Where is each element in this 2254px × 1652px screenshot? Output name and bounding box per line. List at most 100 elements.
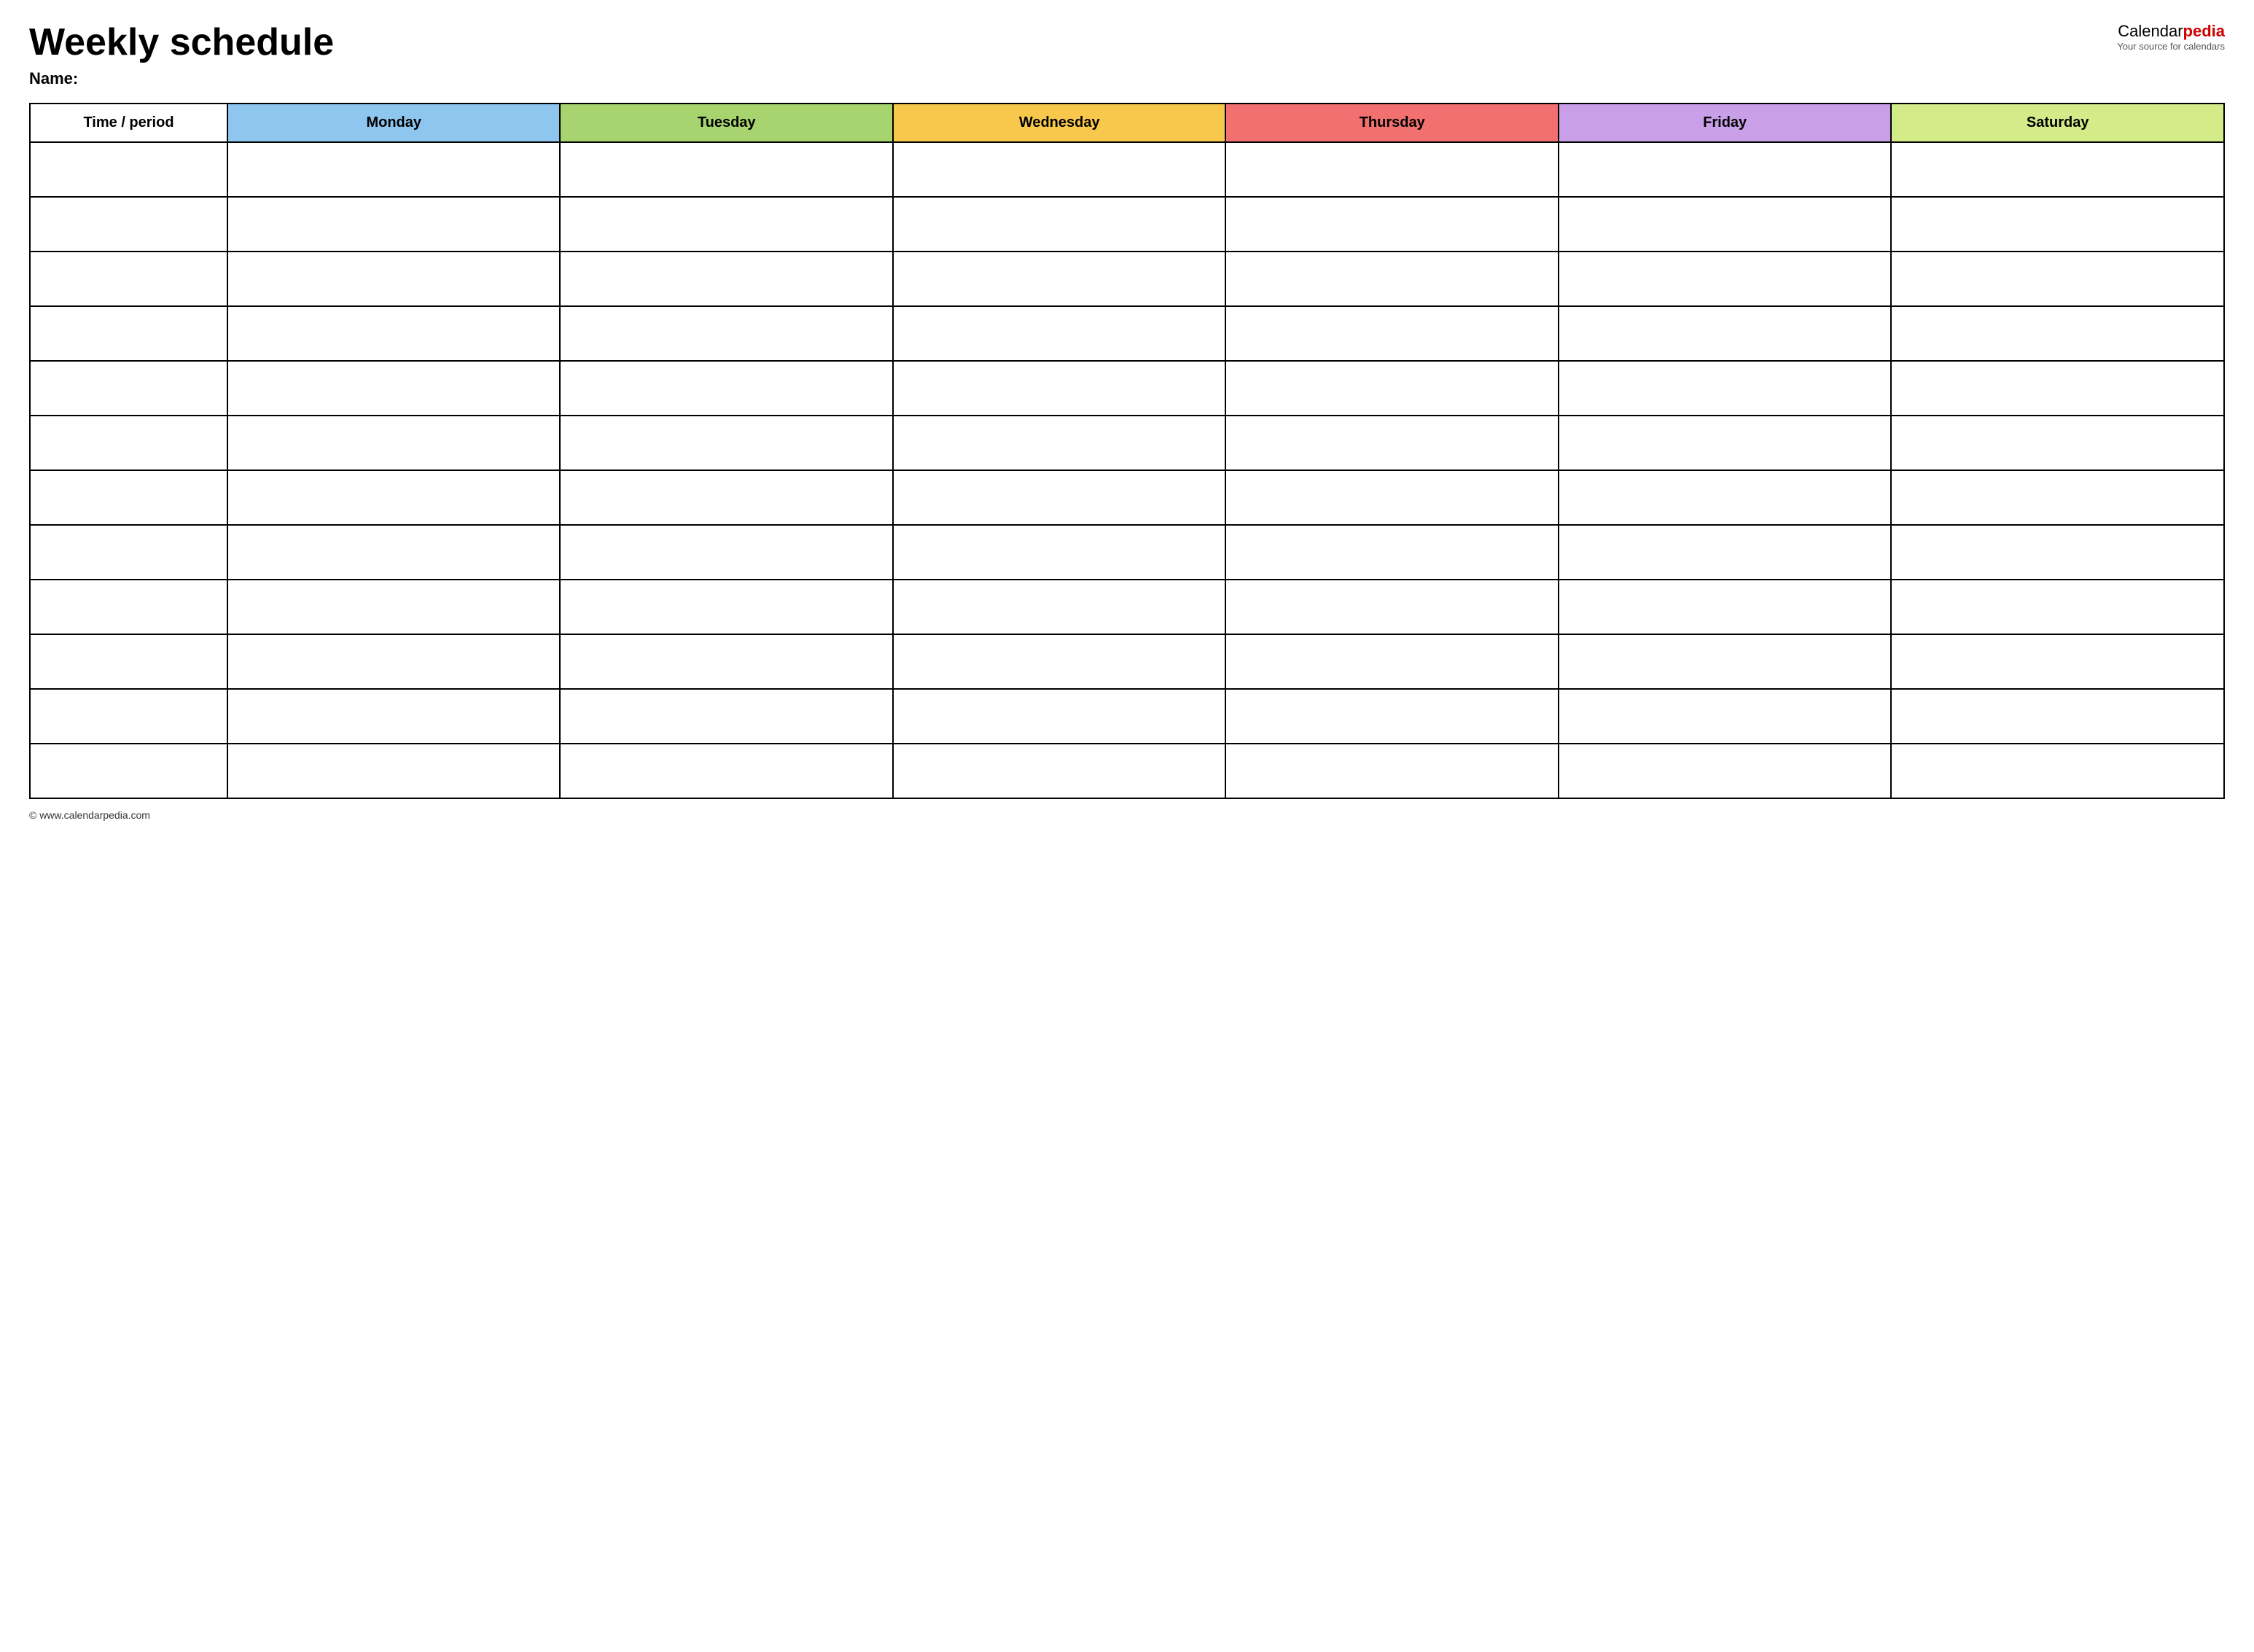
table-cell[interactable] bbox=[1891, 634, 2224, 689]
table-cell[interactable] bbox=[30, 634, 227, 689]
table-cell[interactable] bbox=[1891, 197, 2224, 252]
table-cell[interactable] bbox=[30, 361, 227, 416]
table-cell[interactable] bbox=[1559, 525, 1891, 580]
col-header-monday: Monday bbox=[227, 104, 560, 142]
table-cell[interactable] bbox=[893, 744, 1225, 798]
table-cell[interactable] bbox=[30, 525, 227, 580]
table-cell[interactable] bbox=[1891, 580, 2224, 634]
table-cell[interactable] bbox=[1891, 142, 2224, 197]
table-cell[interactable] bbox=[1559, 744, 1891, 798]
table-cell[interactable] bbox=[1225, 197, 1558, 252]
table-cell[interactable] bbox=[1559, 252, 1891, 306]
table-cell[interactable] bbox=[227, 744, 560, 798]
table-cell[interactable] bbox=[1559, 197, 1891, 252]
table-cell[interactable] bbox=[1559, 689, 1891, 744]
table-cell[interactable] bbox=[893, 580, 1225, 634]
table-cell[interactable] bbox=[560, 689, 892, 744]
table-row bbox=[30, 306, 2224, 361]
table-cell[interactable] bbox=[1225, 252, 1558, 306]
table-row bbox=[30, 470, 2224, 525]
table-cell[interactable] bbox=[227, 416, 560, 470]
table-cell[interactable] bbox=[227, 361, 560, 416]
table-cell[interactable] bbox=[1225, 361, 1558, 416]
table-cell[interactable] bbox=[1559, 361, 1891, 416]
table-cell[interactable] bbox=[30, 306, 227, 361]
table-cell[interactable] bbox=[227, 470, 560, 525]
table-row bbox=[30, 416, 2224, 470]
table-cell[interactable] bbox=[893, 689, 1225, 744]
col-header-saturday: Saturday bbox=[1891, 104, 2224, 142]
table-cell[interactable] bbox=[1891, 525, 2224, 580]
table-cell[interactable] bbox=[560, 470, 892, 525]
table-cell[interactable] bbox=[1225, 525, 1558, 580]
table-cell[interactable] bbox=[227, 634, 560, 689]
table-cell[interactable] bbox=[893, 525, 1225, 580]
table-cell[interactable] bbox=[1559, 634, 1891, 689]
table-cell[interactable] bbox=[1559, 416, 1891, 470]
table-cell[interactable] bbox=[1891, 416, 2224, 470]
weekly-schedule-table: Time / period Monday Tuesday Wednesday T… bbox=[29, 103, 2225, 799]
table-row bbox=[30, 252, 2224, 306]
table-cell[interactable] bbox=[1891, 252, 2224, 306]
page-title: Weekly schedule bbox=[29, 22, 2117, 63]
name-label: Name: bbox=[29, 69, 2117, 88]
table-cell[interactable] bbox=[560, 142, 892, 197]
table-cell[interactable] bbox=[30, 142, 227, 197]
table-cell[interactable] bbox=[30, 470, 227, 525]
table-cell[interactable] bbox=[893, 306, 1225, 361]
table-cell[interactable] bbox=[1225, 306, 1558, 361]
table-cell[interactable] bbox=[893, 197, 1225, 252]
table-cell[interactable] bbox=[1225, 416, 1558, 470]
table-cell[interactable] bbox=[560, 306, 892, 361]
table-cell[interactable] bbox=[1891, 361, 2224, 416]
table-cell[interactable] bbox=[1225, 689, 1558, 744]
table-cell[interactable] bbox=[30, 197, 227, 252]
table-cell[interactable] bbox=[1225, 634, 1558, 689]
table-cell[interactable] bbox=[560, 580, 892, 634]
table-cell[interactable] bbox=[893, 416, 1225, 470]
table-cell[interactable] bbox=[560, 361, 892, 416]
table-row bbox=[30, 361, 2224, 416]
table-cell[interactable] bbox=[1891, 689, 2224, 744]
table-cell[interactable] bbox=[227, 306, 560, 361]
table-cell[interactable] bbox=[227, 580, 560, 634]
table-cell[interactable] bbox=[30, 416, 227, 470]
table-cell[interactable] bbox=[227, 252, 560, 306]
table-row bbox=[30, 142, 2224, 197]
table-cell[interactable] bbox=[1559, 142, 1891, 197]
logo-text: Calendarpedia bbox=[2117, 22, 2225, 41]
table-cell[interactable] bbox=[1225, 142, 1558, 197]
table-cell[interactable] bbox=[30, 580, 227, 634]
table-cell[interactable] bbox=[1891, 306, 2224, 361]
table-cell[interactable] bbox=[560, 416, 892, 470]
table-header-row: Time / period Monday Tuesday Wednesday T… bbox=[30, 104, 2224, 142]
table-cell[interactable] bbox=[1559, 306, 1891, 361]
table-cell[interactable] bbox=[893, 361, 1225, 416]
table-cell[interactable] bbox=[1891, 744, 2224, 798]
table-cell[interactable] bbox=[560, 634, 892, 689]
table-cell[interactable] bbox=[30, 744, 227, 798]
table-cell[interactable] bbox=[1891, 470, 2224, 525]
table-cell[interactable] bbox=[227, 197, 560, 252]
table-cell[interactable] bbox=[893, 142, 1225, 197]
table-cell[interactable] bbox=[1559, 470, 1891, 525]
logo-calendar: Calendar bbox=[2118, 22, 2183, 40]
table-cell[interactable] bbox=[227, 689, 560, 744]
col-header-time: Time / period bbox=[30, 104, 227, 142]
table-cell[interactable] bbox=[560, 197, 892, 252]
table-cell[interactable] bbox=[30, 252, 227, 306]
table-cell[interactable] bbox=[893, 470, 1225, 525]
table-cell[interactable] bbox=[1225, 580, 1558, 634]
table-cell[interactable] bbox=[1559, 580, 1891, 634]
table-cell[interactable] bbox=[30, 689, 227, 744]
logo-tagline: Your source for calendars bbox=[2117, 41, 2225, 52]
table-cell[interactable] bbox=[1225, 470, 1558, 525]
table-cell[interactable] bbox=[560, 744, 892, 798]
table-cell[interactable] bbox=[1225, 744, 1558, 798]
table-cell[interactable] bbox=[560, 252, 892, 306]
table-cell[interactable] bbox=[893, 634, 1225, 689]
table-cell[interactable] bbox=[227, 142, 560, 197]
table-cell[interactable] bbox=[893, 252, 1225, 306]
table-cell[interactable] bbox=[560, 525, 892, 580]
table-cell[interactable] bbox=[227, 525, 560, 580]
